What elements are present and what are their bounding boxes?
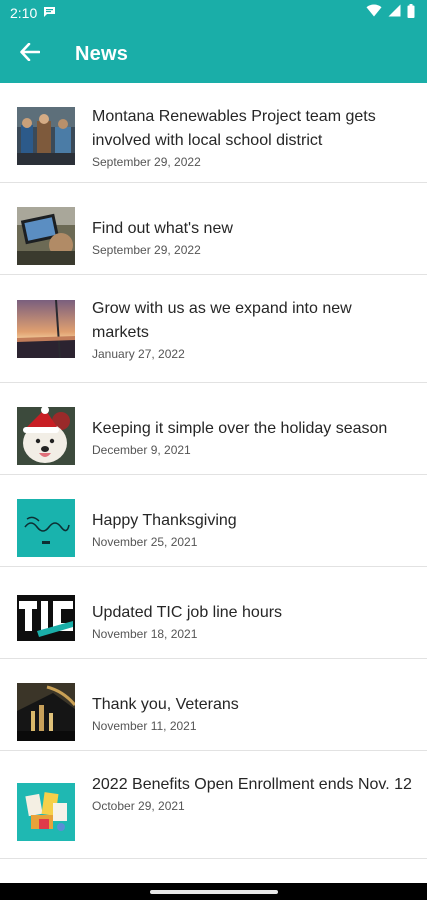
news-date: November 18, 2021	[92, 627, 198, 641]
news-thumbnail	[17, 499, 75, 557]
app-bar: News	[0, 26, 427, 83]
wifi-icon	[366, 4, 382, 22]
news-title: Montana Renewables Project team gets inv…	[92, 108, 376, 149]
news-list: Montana Renewables Project team gets inv…	[0, 83, 427, 859]
news-text: Updated TIC job line hours November 18, …	[92, 601, 413, 641]
news-item[interactable]: Find out what's new September 29, 2022	[0, 183, 427, 275]
news-date: January 27, 2022	[92, 347, 185, 361]
battery-icon	[407, 3, 415, 23]
news-title: Find out what's new	[92, 220, 233, 237]
news-item[interactable]: Happy Thanksgiving November 25, 2021	[0, 475, 427, 567]
news-date: October 29, 2021	[92, 799, 185, 813]
news-text: Happy Thanksgiving November 25, 2021	[92, 509, 413, 549]
back-button[interactable]	[0, 26, 60, 83]
news-text: 2022 Benefits Open Enrollment ends Nov. …	[92, 773, 413, 813]
status-bar: 2:10	[0, 0, 427, 26]
system-nav-bar	[0, 883, 427, 900]
news-title: Keeping it simple over the holiday seaso…	[92, 420, 388, 437]
news-item[interactable]: Updated TIC job line hours November 18, …	[0, 567, 427, 659]
news-text: Thank you, Veterans November 11, 2021	[92, 693, 413, 733]
page-title: News	[75, 43, 129, 65]
news-title: Thank you, Veterans	[92, 696, 239, 713]
home-gesture-handle[interactable]	[149, 889, 278, 894]
news-title: Grow with us as we expand into new marke…	[92, 300, 352, 341]
news-thumbnail	[17, 107, 75, 165]
news-thumbnail	[17, 683, 75, 741]
news-thumbnail	[17, 300, 75, 358]
news-date: September 29, 2022	[92, 243, 201, 257]
news-text: Find out what's new September 29, 2022	[92, 217, 413, 257]
news-text: Grow with us as we expand into new marke…	[92, 297, 413, 361]
news-item[interactable]: Thank you, Veterans November 11, 2021	[0, 659, 427, 751]
arrow-back-icon	[20, 42, 41, 66]
status-time: 2:10	[10, 5, 38, 21]
news-date: December 9, 2021	[92, 443, 191, 457]
news-text: Keeping it simple over the holiday seaso…	[92, 417, 413, 457]
news-item[interactable]: Keeping it simple over the holiday seaso…	[0, 383, 427, 475]
status-right	[366, 3, 415, 23]
message-notification-icon	[43, 5, 56, 21]
news-thumbnail	[17, 207, 75, 265]
news-item[interactable]: Montana Renewables Project team gets inv…	[0, 83, 427, 183]
status-left: 2:10	[10, 5, 56, 21]
news-title: Updated TIC job line hours	[92, 604, 283, 621]
news-title: 2022 Benefits Open Enrollment ends Nov. …	[92, 776, 412, 793]
news-thumbnail	[17, 591, 75, 649]
news-item[interactable]: Grow with us as we expand into new marke…	[0, 275, 427, 383]
news-date: September 29, 2022	[92, 155, 201, 169]
news-title: Happy Thanksgiving	[92, 512, 237, 529]
news-text: Montana Renewables Project team gets inv…	[92, 105, 413, 169]
signal-icon	[388, 4, 401, 22]
news-date: November 11, 2021	[92, 719, 197, 733]
news-thumbnail	[17, 783, 75, 841]
news-item[interactable]: 2022 Benefits Open Enrollment ends Nov. …	[0, 751, 427, 859]
news-thumbnail	[17, 407, 75, 465]
news-date: November 25, 2021	[92, 535, 198, 549]
